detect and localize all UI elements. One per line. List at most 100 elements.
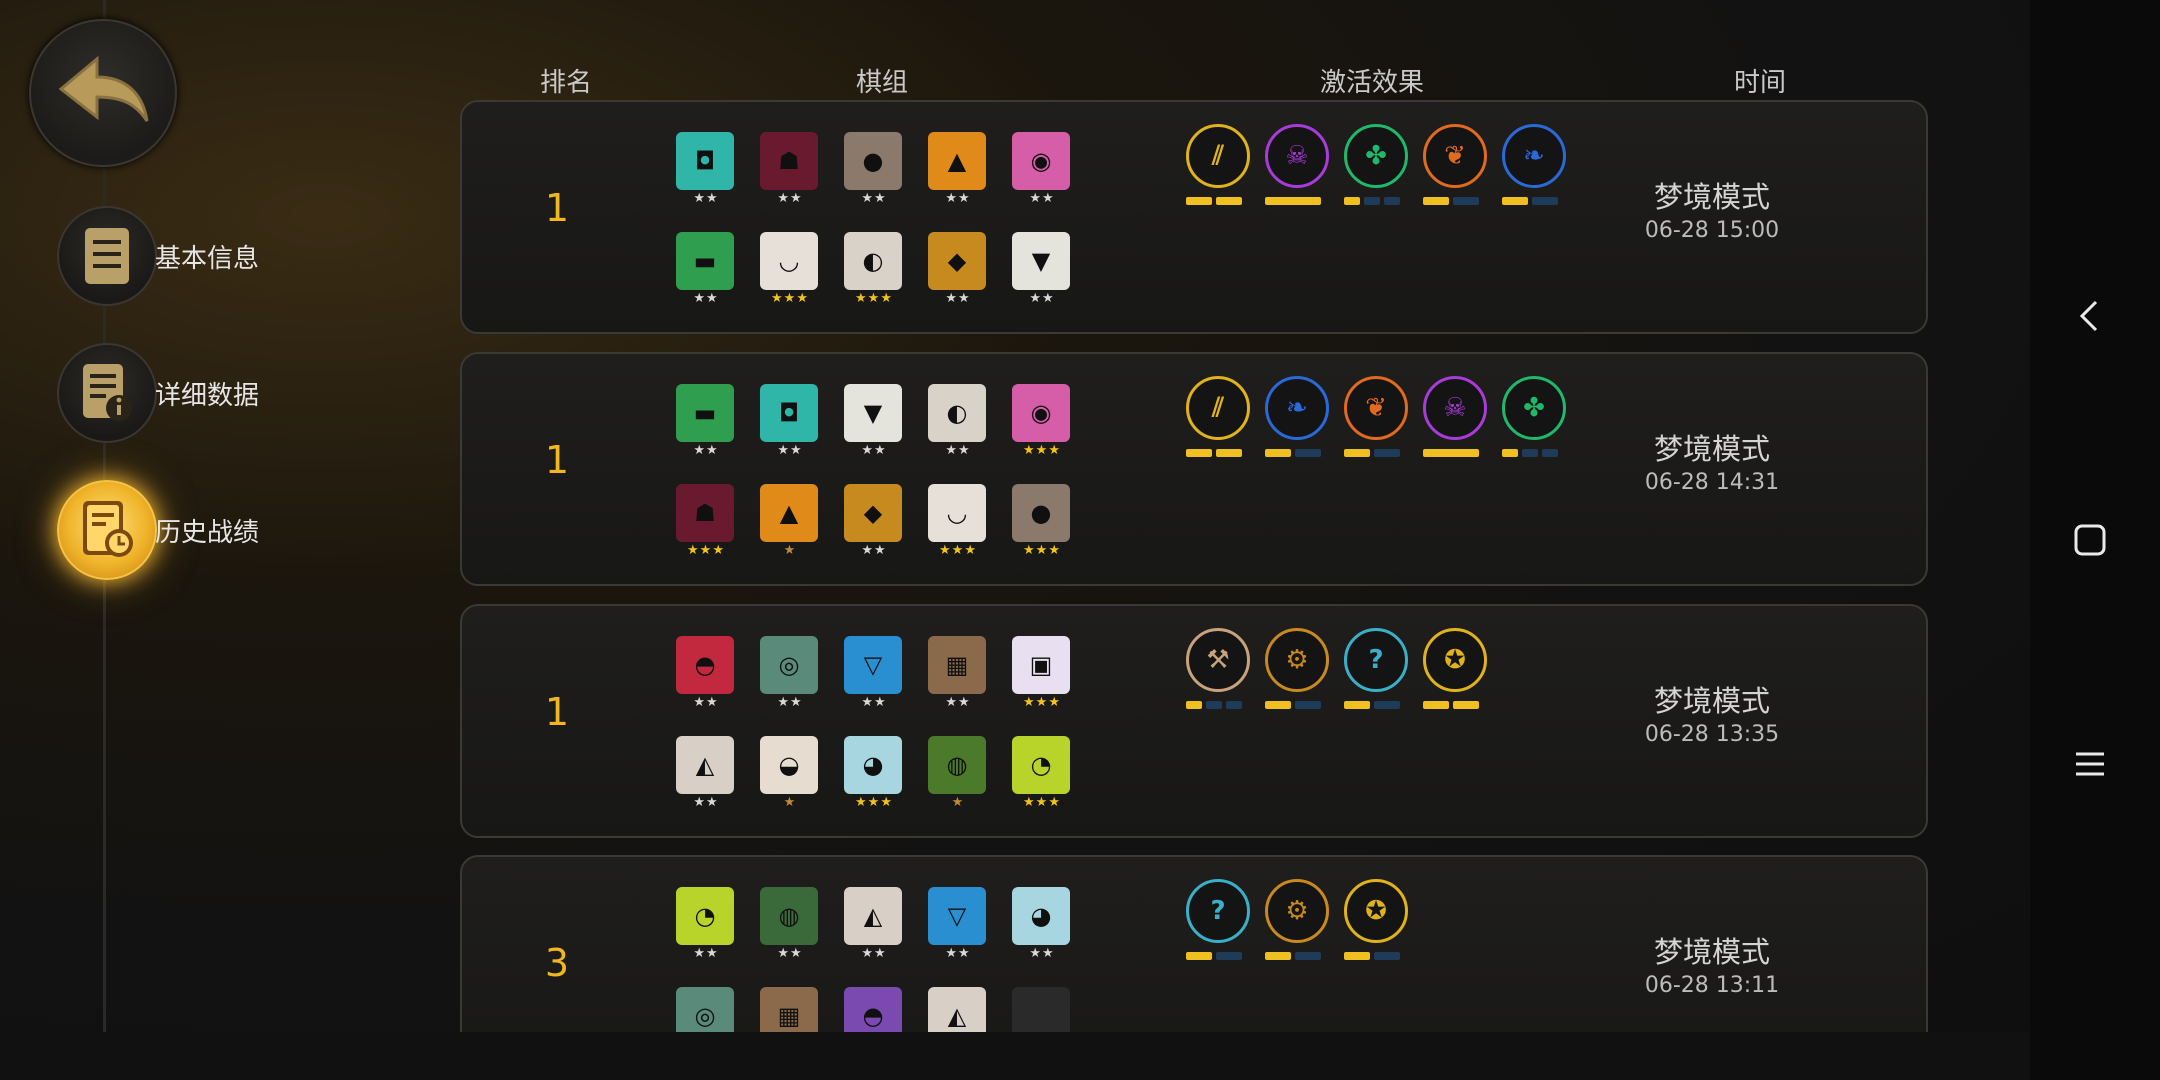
champion-unit[interactable]: ◓ ★★ <box>676 636 736 716</box>
champion-unit[interactable]: ◉ ★★★ <box>1012 384 1072 464</box>
champion-portrait-icon: ◔ <box>1012 736 1070 794</box>
champion-portrait-icon: ▼ <box>1012 232 1070 290</box>
champion-unit[interactable]: ◓ <box>844 987 904 1032</box>
trait-icon[interactable]: ⫽ <box>1186 124 1250 188</box>
trait-icon[interactable]: ❧ <box>1502 124 1566 188</box>
match-record-card[interactable]: 1 ▬ ★★ ◘ ★★ ▼ ★★ ◐ ★★ ◉ ★★★ ☗ ★★★ ▲ ★ ◆ ★★ ◡ ★★★ ● ★★★ ⫽ ❧ ❦ ☠ ✤ 梦… <box>460 352 1928 586</box>
star-level: ★★ <box>777 946 803 961</box>
trait-icon[interactable]: ✪ <box>1423 628 1487 692</box>
trait-icon[interactable]: ⚙ <box>1265 879 1329 943</box>
trait-icon[interactable]: ✤ <box>1502 376 1566 440</box>
trait-icon[interactable]: ☠ <box>1265 124 1329 188</box>
champion-unit[interactable]: ◆ ★★ <box>844 484 904 564</box>
champion-unit[interactable]: ◍ ★★ <box>760 887 820 967</box>
champion-unit[interactable]: ◘ ★★ <box>676 132 736 212</box>
champion-unit[interactable]: ▲ ★★ <box>928 132 988 212</box>
champion-unit[interactable]: ◆ ★★ <box>928 232 988 312</box>
champion-unit[interactable]: ◭ ★★ <box>844 887 904 967</box>
champion-unit[interactable]: ◐ ★★★ <box>844 232 904 312</box>
trait-progress-bars <box>1265 449 1321 457</box>
champion-unit[interactable]: ◕ ★★ <box>1012 887 1072 967</box>
champion-portrait-icon: ◓ <box>844 987 902 1032</box>
trait-progress-bars <box>1423 449 1479 457</box>
champion-portrait-icon: ◎ <box>676 987 734 1032</box>
nav-back-icon[interactable] <box>2070 296 2110 336</box>
trait-icon[interactable]: ☠ <box>1423 376 1487 440</box>
nav-home-icon[interactable] <box>2070 520 2110 560</box>
champion-portrait-icon: ◕ <box>844 736 902 794</box>
champion-unit[interactable]: ▦ ★★ <box>928 636 988 716</box>
champion-unit[interactable]: ▣ ★★★ <box>1012 636 1072 716</box>
trait-icon[interactable]: ❧ <box>1265 376 1329 440</box>
champion-portrait-icon: ● <box>844 132 902 190</box>
menu-basic-info[interactable]: 基本信息 <box>57 206 261 306</box>
champion-unit[interactable]: ◎ ★★ <box>760 636 820 716</box>
champion-unit[interactable]: ◭ ★★ <box>676 736 736 816</box>
menu-label: 历史战绩 <box>155 517 260 548</box>
champion-unit[interactable]: ◔ ★★ <box>676 887 736 967</box>
champion-unit[interactable]: ◕ ★★★ <box>844 736 904 816</box>
champion-unit[interactable]: ▼ ★★ <box>844 384 904 464</box>
champion-unit[interactable]: ▬ ★★ <box>676 384 736 464</box>
back-button[interactable] <box>29 19 177 167</box>
trait-icon[interactable]: ❦ <box>1423 124 1487 188</box>
champion-portrait-icon: ◘ <box>760 384 818 442</box>
star-level: ★★ <box>861 946 887 961</box>
trait-icon[interactable]: ❦ <box>1344 376 1408 440</box>
trait-progress-bars <box>1186 701 1242 709</box>
star-level: ★★★ <box>1023 443 1061 458</box>
champion-unit[interactable]: ▦ <box>760 987 820 1032</box>
champion-portrait-icon: ◆ <box>844 484 902 542</box>
champion-unit[interactable]: ◔ ★★★ <box>1012 736 1072 816</box>
champion-unit[interactable]: ◉ ★★ <box>1012 132 1072 212</box>
menu-match-history[interactable]: 历史战绩 <box>57 480 261 580</box>
champion-unit[interactable]: ▽ ★★ <box>928 887 988 967</box>
trait-progress-bars <box>1265 952 1321 960</box>
champion-portrait-icon: ◭ <box>844 887 902 945</box>
champion-portrait-icon: ◍ <box>760 887 818 945</box>
trait-icon[interactable]: ? <box>1186 879 1250 943</box>
champion-unit[interactable]: ◍ ★ <box>928 736 988 816</box>
star-level: ★★ <box>945 291 971 306</box>
champion-unit[interactable]: ▬ ★★ <box>676 232 736 312</box>
trait-icon[interactable]: ⫽ <box>1186 376 1250 440</box>
champion-portrait-icon: ◭ <box>676 736 734 794</box>
match-time: 06-28 13:11 <box>1644 973 1780 998</box>
champion-unit[interactable]: ☗ ★★ <box>760 132 820 212</box>
champion-unit[interactable]: ◘ ★★ <box>760 384 820 464</box>
trait-icon[interactable]: ? <box>1344 628 1408 692</box>
header-comp: 棋组 <box>856 68 909 98</box>
champion-unit[interactable]: ▼ ★★ <box>1012 232 1072 312</box>
trait-icon[interactable]: ✪ <box>1344 879 1408 943</box>
champion-unit[interactable]: ◎ <box>676 987 736 1032</box>
champion-portrait-icon: ◉ <box>1012 384 1070 442</box>
champion-unit[interactable]: ▽ ★★ <box>844 636 904 716</box>
champion-unit[interactable] <box>1012 987 1072 1032</box>
star-level: ★★ <box>1029 946 1055 961</box>
champion-portrait-icon <box>1012 987 1070 1032</box>
match-record-card[interactable]: 1 ◘ ★★ ☗ ★★ ● ★★ ▲ ★★ ◉ ★★ ▬ ★★ ◡ ★★★ ◐ ★★★ ◆ ★★ ▼ ★★ ⫽ ☠ ✤ ❦ ❧ 梦境… <box>460 100 1928 334</box>
game-mode: 梦境模式 <box>1653 935 1770 969</box>
champion-unit[interactable]: ◐ ★★ <box>928 384 988 464</box>
trait-icon[interactable]: ⚙ <box>1265 628 1329 692</box>
champion-unit[interactable]: ▲ ★ <box>760 484 820 564</box>
champion-unit[interactable]: ☗ ★★★ <box>676 484 736 564</box>
champion-unit[interactable]: ◭ <box>928 987 988 1032</box>
star-level: ★★ <box>777 443 803 458</box>
champion-portrait-icon: ◐ <box>928 384 986 442</box>
champion-portrait-icon: ● <box>1012 484 1070 542</box>
champion-portrait-icon: ▦ <box>928 636 986 694</box>
star-level: ★★★ <box>855 291 893 306</box>
game-mode: 梦境模式 <box>1653 180 1770 214</box>
menu-detail-data[interactable]: 详细数据 <box>57 343 261 443</box>
match-record-card[interactable]: 1 ◓ ★★ ◎ ★★ ▽ ★★ ▦ ★★ ▣ ★★★ ◭ ★★ ◒ ★ ◕ ★★★ ◍ ★ ◔ ★★★ ⚒ ⚙? ✪ 梦境模式… <box>460 604 1928 838</box>
champion-unit[interactable]: ◒ ★ <box>760 736 820 816</box>
champion-unit[interactable]: ◡ ★★★ <box>760 232 820 312</box>
match-record-card[interactable]: 3 ◔ ★★ ◍ ★★ ◭ ★★ ▽ ★★ ◕ ★★ ◎ ▦ ◓ ◭? ⚙ ✪ 梦境模式 06-28 13:11 <box>460 855 1928 1032</box>
champion-unit[interactable]: ● ★★★ <box>1012 484 1072 564</box>
champion-unit[interactable]: ◡ ★★★ <box>928 484 988 564</box>
trait-icon[interactable]: ⚒ <box>1186 628 1250 692</box>
nav-menu-icon[interactable] <box>2070 744 2110 784</box>
trait-icon[interactable]: ✤ <box>1344 124 1408 188</box>
champion-unit[interactable]: ● ★★ <box>844 132 904 212</box>
